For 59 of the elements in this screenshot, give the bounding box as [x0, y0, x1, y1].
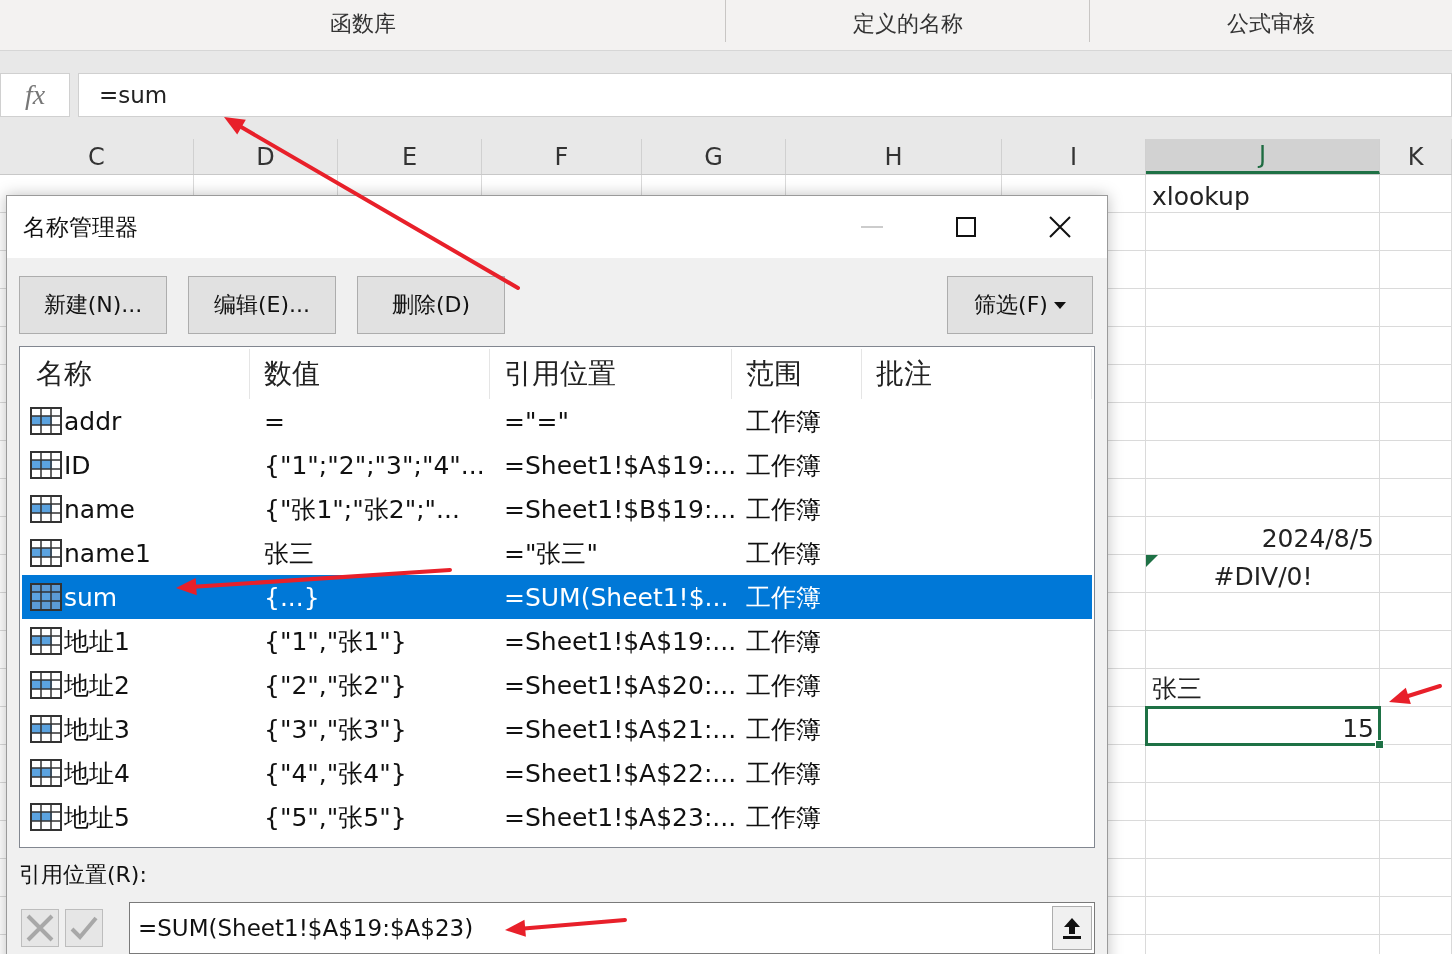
table-icon: [30, 715, 62, 743]
column-header[interactable]: E: [338, 139, 482, 174]
arrow-annotation: [1389, 684, 1442, 705]
ribbon-group-label: 公式审核: [1227, 10, 1315, 38]
table-icon: [30, 671, 62, 699]
name-row[interactable]: 地址5 {"5","张5"} =Sheet1!$A$23:... 工作簿: [22, 795, 1092, 839]
error-indicator-icon: [1146, 555, 1158, 567]
table-icon: [30, 803, 62, 831]
cell[interactable]: 2024/8/5: [1146, 517, 1380, 555]
table-icon: [30, 495, 62, 523]
cell[interactable]: xlookup: [1146, 175, 1380, 213]
fill-handle[interactable]: [1375, 740, 1384, 749]
table-icon: [30, 451, 62, 479]
name-row[interactable]: name1 张三 ="张三" 工作簿: [22, 531, 1092, 575]
dialog-button[interactable]: 编辑(E)...: [188, 276, 336, 334]
dialog-button[interactable]: 删除(D): [357, 276, 505, 334]
name-row[interactable]: ID {"1";"2";"3";"4"... =Sheet1!$A$19:... 工作簿: [22, 443, 1092, 487]
upload-arrow-icon: [1062, 917, 1082, 939]
column-header[interactable]: K: [1380, 139, 1452, 174]
filter-button[interactable]: 筛选(F): [947, 276, 1093, 334]
cell[interactable]: 张三: [1146, 669, 1380, 707]
ribbon-group-label: 函数库: [329, 10, 396, 38]
list-column-header[interactable]: 数值: [250, 349, 490, 399]
column-header[interactable]: G: [642, 139, 786, 174]
dialog-title: 名称管理器: [23, 212, 139, 242]
column-header[interactable]: H: [786, 139, 1002, 174]
table-icon: [30, 759, 62, 787]
cross-icon: [25, 913, 55, 943]
column-header[interactable]: C: [0, 139, 194, 174]
name-row[interactable]: sum {...} =SUM(Sheet1!$... 工作簿: [22, 575, 1092, 619]
insert-function-button[interactable]: fx: [0, 73, 70, 117]
maximize-icon[interactable]: [956, 217, 976, 237]
column-header[interactable]: F: [482, 139, 642, 174]
column-header[interactable]: J: [1146, 139, 1380, 174]
collapse-dialog-button[interactable]: [1052, 906, 1092, 950]
name-row[interactable]: name {"张1";"张2";"... =Sheet1!$B$19:... 工作簿: [22, 487, 1092, 531]
name-row[interactable]: 地址3 {"3","张3"} =Sheet1!$A$21:... 工作簿: [22, 707, 1092, 751]
list-column-header[interactable]: 引用位置: [490, 349, 732, 399]
name-row[interactable]: 地址1 {"1","张1"} =Sheet1!$A$19:... 工作簿: [22, 619, 1092, 663]
list-column-header[interactable]: 范围: [732, 349, 862, 399]
name-row[interactable]: addr = ="=" 工作簿: [22, 399, 1092, 443]
dialog-button[interactable]: 新建(N)...: [19, 276, 167, 334]
ribbon-group-label: 定义的名称: [852, 10, 963, 38]
cell[interactable]: #DIV/0!: [1146, 555, 1380, 593]
table-icon: [30, 539, 62, 567]
cell[interactable]: 15: [1146, 707, 1380, 745]
column-header[interactable]: D: [194, 139, 338, 174]
refers-to-label: 引用位置(R):: [19, 861, 147, 889]
list-column-header[interactable]: 批注: [862, 349, 1092, 399]
formula-input[interactable]: =sum: [78, 73, 1452, 117]
close-icon[interactable]: [1049, 216, 1071, 238]
table-icon: [30, 627, 62, 655]
table-icon: [30, 407, 62, 435]
caret-icon: [1053, 301, 1066, 309]
name-row[interactable]: 地址2 {"2","张2"} =Sheet1!$A$20:... 工作簿: [22, 663, 1092, 707]
table-icon: [30, 583, 62, 611]
name-row[interactable]: 地址4 {"4","张4"} =Sheet1!$A$22:... 工作簿: [22, 751, 1092, 795]
list-column-header[interactable]: 名称: [22, 349, 250, 399]
refers-to-field[interactable]: =SUM(Sheet1!$A$19:$A$23): [129, 902, 1095, 954]
